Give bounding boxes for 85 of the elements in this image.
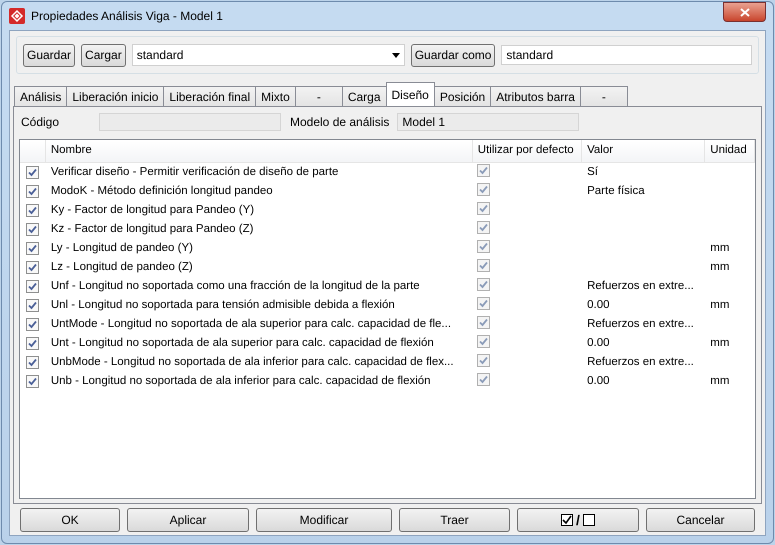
ok-button[interactable]: OK (20, 508, 120, 532)
property-value: Sí (587, 166, 598, 178)
checkbox[interactable] (26, 356, 40, 369)
tab[interactable]: - (294, 86, 343, 106)
checkbox[interactable] (26, 299, 40, 312)
checkbox[interactable] (476, 164, 490, 177)
property-name: Ly - Longitud de pandeo (Y) (50, 242, 193, 254)
column-header[interactable]: Nombre (46, 140, 473, 162)
property-name: Ky - Factor de longitud para Pandeo (Y) (50, 204, 254, 216)
property-value: Parte física (587, 184, 645, 197)
checkbox[interactable] (476, 202, 490, 215)
checkbox[interactable] (26, 337, 40, 350)
checkbox[interactable] (26, 204, 40, 217)
preset-dropdown[interactable]: standard (132, 44, 405, 66)
apply-button[interactable]: Aplicar (127, 508, 249, 532)
checkbox[interactable] (476, 316, 490, 329)
save-button[interactable]: Guardar (23, 44, 76, 66)
checkbox[interactable] (26, 242, 40, 255)
model-field: Model 1 (397, 113, 580, 131)
property-name: Unf - Longitud no soportada como una fracción de la longitud de la parte (50, 280, 420, 292)
caret-icon (392, 52, 400, 58)
property-unit: mm (710, 298, 730, 311)
checkbox[interactable] (476, 240, 490, 253)
column-header[interactable]: Unidad (705, 140, 755, 162)
checkbox[interactable] (26, 375, 40, 388)
property-unit: mm (710, 260, 730, 273)
column-header[interactable]: Utilizar por defecto (472, 140, 582, 162)
property-name: Unt - Longitud no soportada de ala superior para calc. capacidad de flexión (50, 336, 434, 349)
property-value: Refuerzos en extre... (587, 356, 694, 368)
checkbox[interactable] (26, 261, 40, 274)
window-title: Propiedades Análisis Viga - Model 1 (31, 8, 224, 25)
cancel-button[interactable]: Cancelar (646, 508, 755, 532)
property-name: UnbMode - Longitud no soportada de ala inferior para calc. capacidad de flex... (50, 356, 454, 368)
app-icon (9, 8, 25, 24)
get-button[interactable]: Traer (399, 508, 510, 532)
checkbox[interactable] (476, 278, 490, 291)
property-name: Unb - Longitud no soportada de ala inferior para calc. capacidad de flexión (50, 374, 431, 387)
empty-box-icon (582, 514, 595, 526)
property-value: 0.00 (587, 298, 610, 311)
property-name: ModoK - Método definición longitud pandeo (50, 184, 273, 197)
tab[interactable]: Mixto (255, 86, 296, 106)
property-value: 0.00 (587, 336, 610, 349)
toggle-checkboxes-button[interactable]: / (517, 508, 639, 532)
property-name: Kz - Factor de longitud para Pandeo (Z) (50, 222, 254, 235)
checkbox[interactable] (26, 223, 40, 236)
checkbox[interactable] (26, 166, 40, 179)
property-name: UntMode - Longitud no soportada de ala superior para calc. capacidad de fle... (50, 318, 452, 330)
property-value: Refuerzos en extre... (587, 280, 694, 292)
model-label: Modelo de análisis (290, 114, 390, 131)
load-button[interactable]: Cargar (81, 44, 126, 66)
property-name: Lz - Longitud de pandeo (Z) (50, 260, 193, 273)
close-icon (740, 8, 750, 16)
checkbox[interactable] (476, 182, 490, 196)
checkbox[interactable] (26, 185, 40, 198)
property-value: Refuerzos en extre... (587, 318, 694, 330)
code-label: Código (20, 114, 60, 131)
property-unit: mm (710, 374, 730, 387)
code-field[interactable] (99, 113, 281, 131)
checkbox[interactable] (476, 220, 490, 234)
property-unit: mm (710, 242, 730, 254)
checkbox[interactable] (476, 296, 490, 310)
checkbox[interactable] (476, 258, 490, 272)
tab[interactable]: Diseño (386, 82, 435, 106)
tab[interactable]: - (580, 86, 628, 106)
save-as-button[interactable]: Guardar como (410, 44, 496, 66)
property-unit: mm (710, 336, 730, 349)
tab[interactable]: Liberación final (163, 86, 256, 106)
checkbox[interactable] (476, 372, 490, 386)
property-name: Unl - Longitud no soportada para tensión admisible debida a flexión (50, 298, 395, 311)
checkbox[interactable] (26, 280, 40, 293)
checked-box-icon (561, 514, 574, 526)
tab[interactable]: Posición (434, 86, 492, 106)
tab[interactable]: Liberación inicio (66, 86, 164, 106)
property-value: 0.00 (587, 374, 610, 387)
close-button[interactable] (723, 2, 766, 22)
checkbox[interactable] (26, 318, 40, 331)
checkbox[interactable] (476, 334, 490, 348)
tab[interactable]: Análisis (14, 86, 68, 106)
checkbox[interactable] (476, 354, 490, 367)
save-as-name-field[interactable]: standard (501, 45, 752, 65)
tab[interactable]: Atributos barra (490, 86, 581, 106)
property-name: Verificar diseño - Permitir verificación de diseño de parte (50, 166, 338, 178)
modify-button[interactable]: Modificar (256, 508, 392, 532)
column-header[interactable]: Valor (582, 140, 706, 162)
tab[interactable]: Carga (342, 86, 386, 106)
